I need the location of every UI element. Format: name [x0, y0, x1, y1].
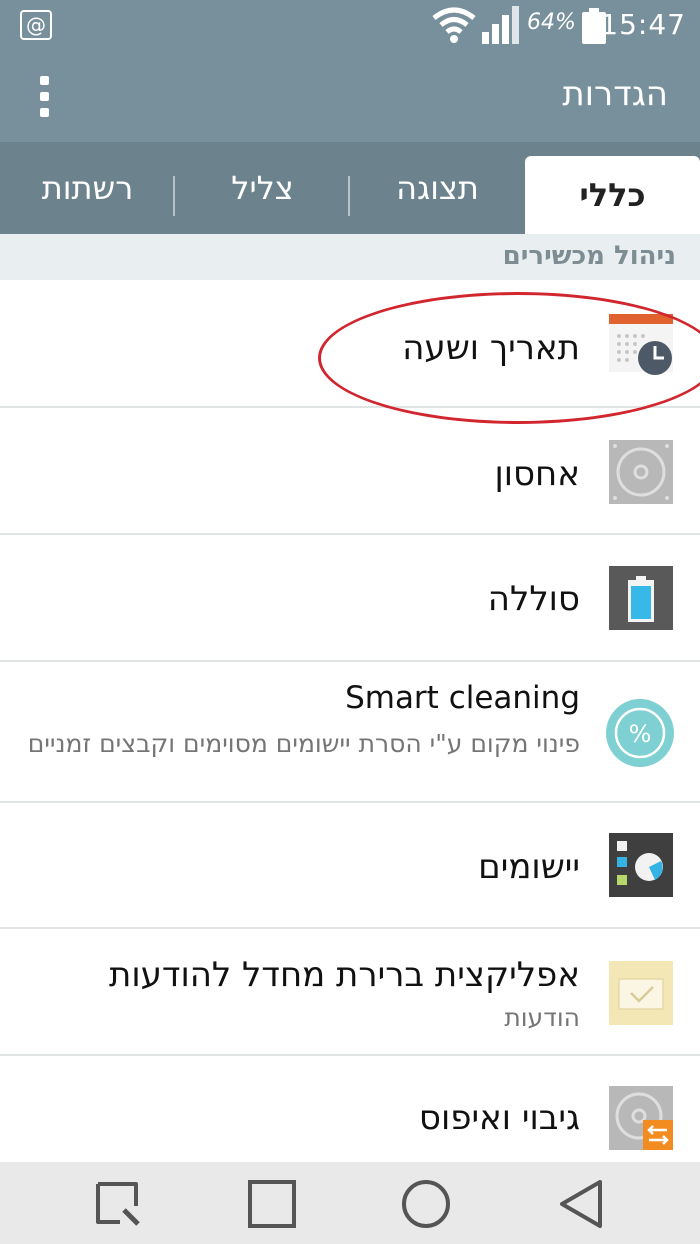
overflow-menu-button[interactable]	[30, 72, 60, 122]
tab-bar: כללי תצוגה צליל רשתות	[0, 142, 700, 234]
list-item-date-time[interactable]: תאריך ושעה	[0, 280, 700, 408]
storage-disk-icon	[609, 440, 673, 504]
tab-sound[interactable]: צליל	[175, 142, 350, 234]
email-notification-icon: @	[20, 10, 52, 40]
percent-circle-icon: %	[606, 699, 674, 767]
row-title: תאריך ושעה	[402, 328, 580, 368]
battery-icon	[609, 566, 673, 630]
back-icon[interactable]	[554, 1176, 610, 1232]
row-title: אחסון	[494, 454, 580, 494]
backup-reset-icon	[609, 1086, 673, 1150]
list-item-apps[interactable]: יישומים	[0, 803, 700, 929]
row-subtitle: הודעות	[504, 1003, 580, 1032]
recent-apps-icon[interactable]	[244, 1176, 300, 1232]
tab-general[interactable]: כללי	[525, 156, 700, 234]
list-item-smart-cleaning[interactable]: % Smart cleaning פינוי מקום ע"י הסרת ייש…	[0, 662, 700, 803]
home-icon[interactable]	[398, 1176, 454, 1232]
signal-icon	[482, 6, 519, 44]
clock: 15:47	[600, 8, 686, 41]
tab-display[interactable]: תצוגה	[350, 142, 525, 234]
list-item-default-sms-app[interactable]: אפליקצית ברירת מחדל להודעות הודעות	[0, 929, 700, 1056]
wifi-icon	[432, 7, 476, 43]
screenshot-capture-icon[interactable]	[90, 1176, 146, 1232]
row-title: אפליקצית ברירת מחדל להודעות	[109, 955, 580, 995]
row-title: סוללה	[487, 579, 580, 619]
apps-icon	[609, 833, 673, 897]
section-header: ניהול מכשירים	[0, 234, 700, 280]
list-item-battery[interactable]: סוללה	[0, 535, 700, 662]
row-title: יישומים	[478, 847, 580, 887]
page-title: הגדרות	[562, 74, 668, 114]
battery-percent: 64%	[527, 10, 576, 35]
row-title: Smart cleaning	[345, 680, 580, 716]
calendar-clock-icon	[609, 314, 673, 375]
svg-text:%: %	[629, 720, 652, 748]
row-title: גיבוי ואיפוס	[418, 1098, 580, 1138]
envelope-icon	[609, 961, 673, 1025]
tab-divider	[348, 176, 350, 216]
row-subtitle: פינוי מקום ע"י הסרת יישומים מסוימים וקבצ…	[27, 729, 580, 758]
status-bar: @ 64% 15:47	[0, 0, 700, 52]
navigation-bar	[0, 1162, 700, 1244]
tab-networks[interactable]: רשתות	[0, 142, 175, 234]
tab-divider	[173, 176, 175, 216]
list-item-storage[interactable]: אחסון	[0, 408, 700, 535]
list-item-backup-reset[interactable]: גיבוי ואיפוס	[0, 1056, 700, 1162]
app-bar: הגדרות	[0, 52, 700, 142]
